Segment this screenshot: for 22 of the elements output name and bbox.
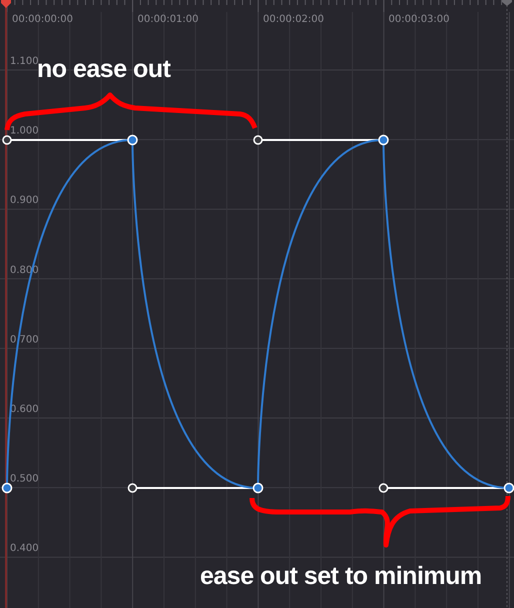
- value-label: 1.100: [10, 56, 39, 67]
- time-label: 00:00:02:00: [263, 14, 324, 25]
- end-marker[interactable]: [502, 0, 512, 608]
- playhead[interactable]: [1, 0, 11, 608]
- value-label: 0.500: [10, 474, 39, 485]
- annotation-text: no ease out: [37, 55, 170, 83]
- keyframe-point[interactable]: [252, 482, 264, 494]
- tangent-handle[interactable]: [128, 483, 138, 493]
- time-label: 00:00:03:00: [388, 14, 450, 25]
- tangent-handle[interactable]: [378, 483, 388, 493]
- time-label: 00:00:00:00: [12, 14, 74, 25]
- value-label: 1.000: [10, 126, 39, 137]
- annotation-text: ease out set to minimum: [200, 562, 482, 590]
- keyframe-point[interactable]: [504, 482, 514, 494]
- keyframe-point[interactable]: [127, 134, 138, 146]
- keyframe-point[interactable]: [378, 134, 389, 146]
- value-label: 0.900: [10, 195, 39, 206]
- tangent-handle[interactable]: [2, 135, 12, 145]
- keyframe-point[interactable]: [2, 482, 12, 494]
- tangent-handle[interactable]: [253, 135, 263, 145]
- time-label: 00:00:01:00: [138, 14, 199, 25]
- value-label: 0.400: [10, 543, 39, 554]
